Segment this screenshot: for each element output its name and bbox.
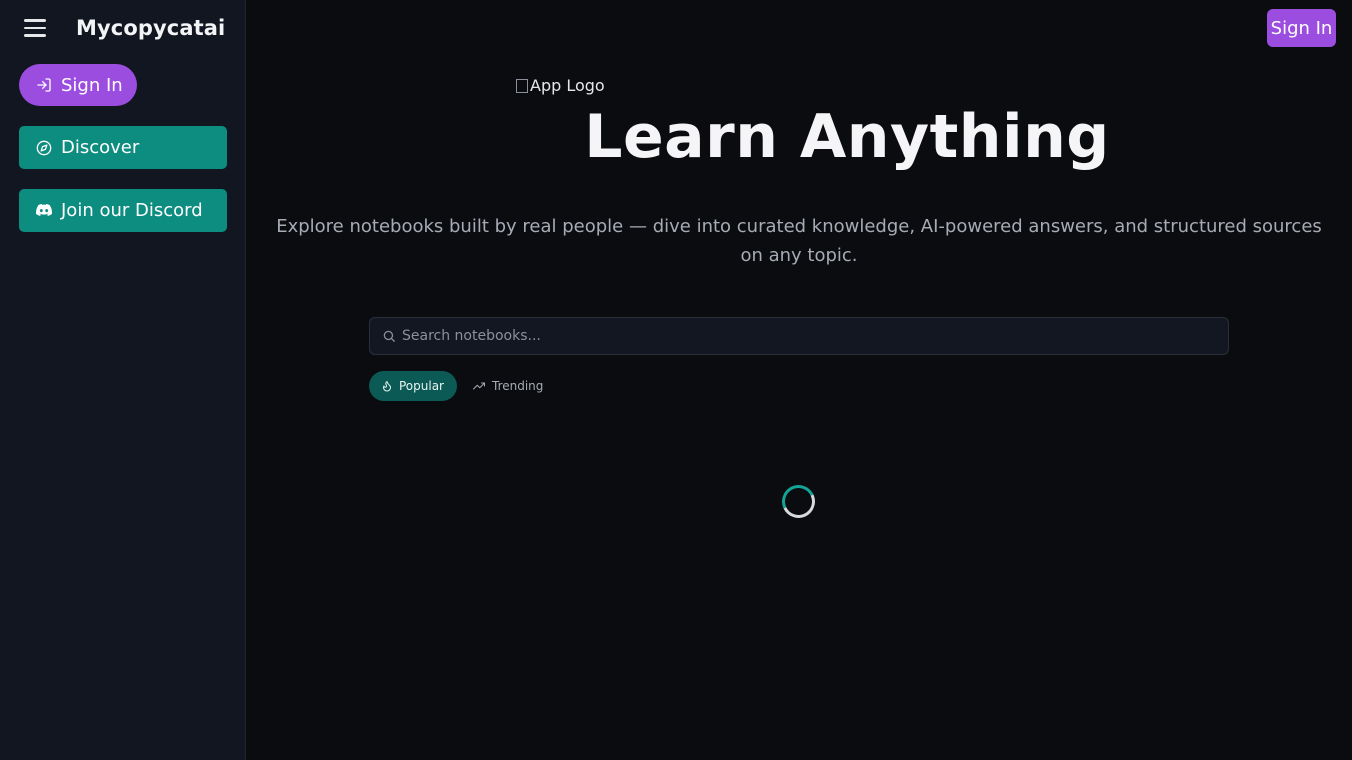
app-logo: App Logo [516,76,605,95]
page-subtitle: Explore notebooks built by real people —… [276,216,1322,266]
menu-icon[interactable] [24,16,48,40]
filter-label: Popular [399,379,444,393]
sidebar-item-label: Discover [61,137,140,158]
filter-popular[interactable]: Popular [369,371,457,401]
search-icon [383,330,395,342]
search-bar [369,317,1229,355]
sidebar-signin-label: Sign In [61,74,123,96]
sidebar-item-discord[interactable]: Join our Discord [19,189,227,232]
filter-trending[interactable]: Trending [472,371,543,401]
search-input[interactable] [402,328,1202,344]
sidebar-signin-button[interactable]: Sign In [19,64,137,106]
sidebar-item-discover[interactable]: Discover [19,126,227,169]
flame-icon [383,381,391,392]
filter-label: Trending [492,379,544,393]
page-title: Learn Anything [584,102,1110,172]
discord-icon [36,203,52,219]
sidebar-item-label: Join our Discord [61,200,203,221]
trending-up-icon [473,382,485,390]
header-signin-button[interactable]: Sign In [1267,9,1336,47]
app-name: Mycopycatai [76,16,226,40]
app-logo-alt-text: App Logo [530,76,605,95]
loading-spinner [777,480,820,523]
sidebar: Mycopycatai Sign In Discover Join our Di… [0,0,246,760]
broken-image-icon [516,78,528,93]
sidebar-header: Mycopycatai [24,16,225,40]
compass-icon [36,140,52,156]
sign-in-icon [36,77,52,93]
